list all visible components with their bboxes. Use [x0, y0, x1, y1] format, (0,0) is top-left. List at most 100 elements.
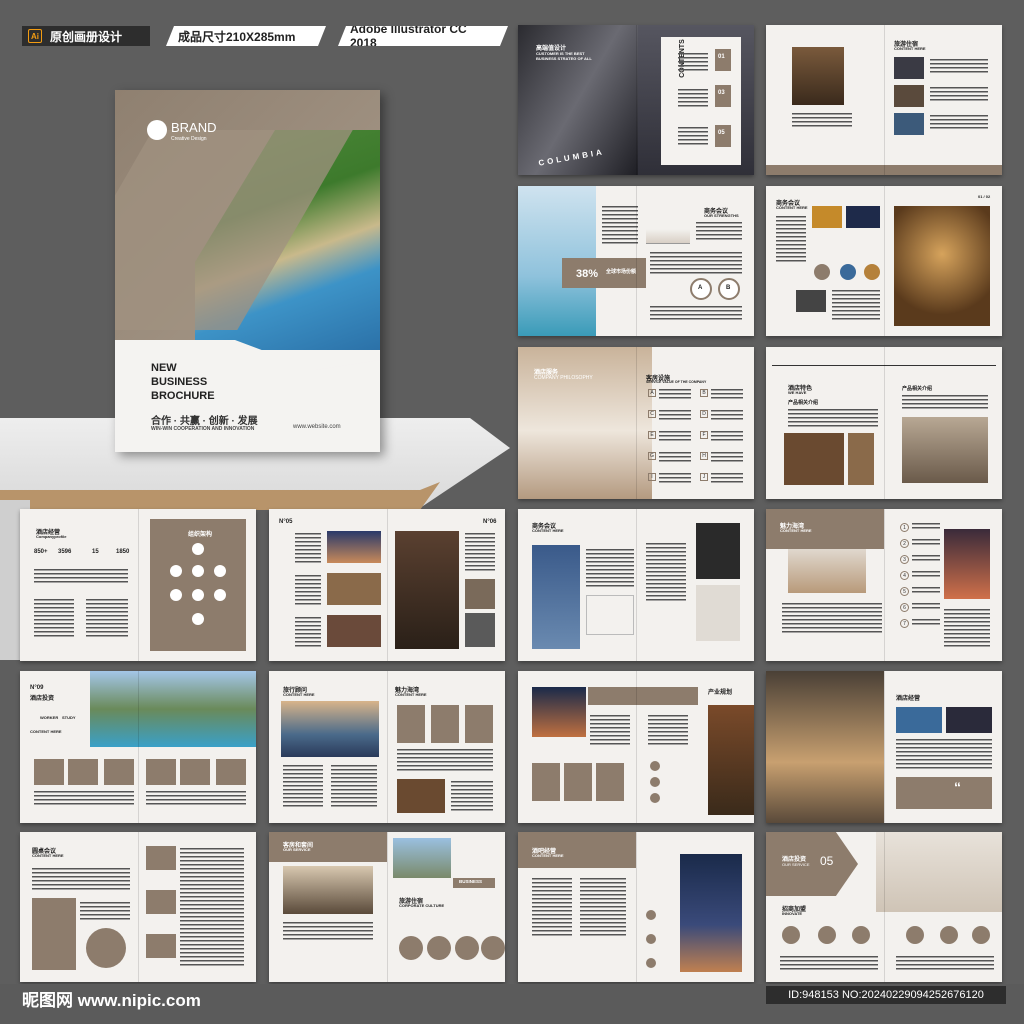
cover-title-line2: BUSINESS [151, 376, 208, 388]
label-text: 成品尺寸210X285mm [178, 29, 296, 44]
email-card [696, 585, 740, 641]
text-lines [776, 216, 806, 264]
circle-icon [906, 926, 924, 944]
night-photo [846, 206, 880, 228]
circle-a-label: A [698, 285, 703, 291]
cover-title-line3: BROCHURE [151, 390, 215, 402]
feature-sub-right: 产品相关介绍 [902, 386, 933, 392]
circle-icon [455, 936, 479, 960]
bottom-band [766, 165, 1002, 175]
circle-icon [481, 936, 505, 960]
text-lines [146, 791, 246, 807]
facility-letter: G [648, 452, 656, 460]
org-node [214, 565, 226, 577]
org-node [192, 589, 204, 601]
spread-strengths: 38% 全球市场份额 商务会议 OUR STRENGTHS A B [518, 186, 754, 336]
bullet-dot [650, 793, 660, 803]
contents-num-01: 01 [718, 54, 725, 60]
text-lines [34, 569, 128, 585]
text-lines [659, 389, 691, 401]
page-subtitle: Companyprofile [36, 534, 67, 539]
text-lines [659, 410, 691, 422]
tower-photo [532, 545, 580, 649]
text-lines [659, 431, 691, 443]
page-number-right: N°06 [483, 519, 497, 525]
round-photo [864, 264, 880, 280]
contents-num-05: 05 [718, 130, 725, 136]
text-lines [930, 59, 988, 75]
text-lines [780, 956, 878, 970]
facility-letter: H [700, 452, 708, 460]
list-number: 7 [900, 619, 909, 628]
text-lines [912, 571, 940, 579]
list-number: 5 [900, 587, 909, 596]
text-lines [912, 539, 940, 547]
text-lines [782, 603, 882, 635]
org-chart-panel [150, 519, 246, 651]
label-size: 成品尺寸210X285mm [166, 26, 326, 46]
facility-letter: D [700, 410, 708, 418]
room-interior-photo [395, 531, 459, 649]
circle-icon [427, 936, 451, 960]
cover-slogan-en: WIN-WIN COOPERATION AND INNOVATION [151, 426, 255, 432]
city-photo [896, 707, 942, 733]
text-lines [912, 587, 940, 595]
worker-label: WORKER [40, 715, 59, 720]
text-lines [586, 549, 634, 589]
circle-icon [940, 926, 958, 944]
lodging-photo [894, 85, 924, 107]
page-number-left: N°05 [279, 519, 293, 525]
brochure-cover: BRAND Creative Design NEW BUSINESS BROCH… [115, 90, 380, 452]
car-photo [946, 707, 992, 733]
brand-logo-icon [147, 120, 167, 140]
text-lines [792, 113, 852, 129]
text-lines [930, 115, 988, 131]
text-lines [602, 206, 638, 246]
contents-text-lines [678, 127, 708, 147]
icon-grid [586, 595, 634, 635]
text-lines [646, 543, 686, 603]
text-lines [912, 523, 940, 531]
circle-icon [399, 936, 423, 960]
bar-photo [812, 206, 842, 228]
icon-box [146, 890, 176, 914]
org-node [214, 589, 226, 601]
text-lines [451, 781, 493, 811]
icon-box [180, 759, 210, 785]
stat-value: 1850 [116, 549, 130, 555]
dining-photo [784, 433, 844, 485]
twin-tower-photo [532, 687, 586, 737]
text-lines [34, 791, 134, 807]
stat-value: 3596 [58, 549, 72, 555]
text-lines [397, 749, 493, 771]
cover-website: www.website.com [293, 424, 341, 430]
text-lines [295, 617, 321, 647]
text-lines [580, 878, 626, 938]
text-lines [80, 902, 130, 922]
page-subtitle: CONTENT HERE [395, 692, 427, 697]
org-node [192, 543, 204, 555]
spread-business-meeting: 商务会议 CONTENT HERE 01 / 02 [766, 186, 1002, 336]
circle-icon [972, 926, 990, 944]
facility-letter: I [648, 473, 656, 481]
business-label: BUSINESS [459, 879, 483, 884]
watermark-text: 昵图网 www.nipic.com [22, 991, 201, 1010]
facility-letter: B [700, 389, 708, 397]
label-original-design: Ai 原创画册设计 [22, 26, 150, 46]
circle-b-label: B [726, 285, 731, 291]
facility-letter: F [700, 431, 708, 439]
icon-box [146, 759, 176, 785]
spread-rooms-05-06: N°05 N°06 [269, 509, 505, 661]
contents-num-03: 03 [718, 90, 725, 96]
spread-hotel-investment: N°09 酒店投资 WORKER STUDY CONTENT HERE [20, 671, 256, 823]
text-lines [912, 555, 940, 563]
info-box [32, 898, 76, 970]
page-subtitle: CONTENT HERE [532, 528, 564, 533]
page-subtitle: OUR STRENGTHS [704, 213, 739, 218]
spread-contents: 高端值设计 CUSTOMER IS THE BEST BUSINESS STRA… [518, 25, 754, 175]
lodging-photo [894, 113, 924, 135]
stat-value: 15 [92, 549, 99, 555]
contents-title-en: CUSTOMER IS THE BEST BUSINESS STRATEG OF… [536, 51, 592, 61]
villa-exterior-photo [393, 838, 451, 878]
spread-company-profile: 酒店经营 Companyprofile 850+ 3596 15 1850 组织… [20, 509, 256, 661]
